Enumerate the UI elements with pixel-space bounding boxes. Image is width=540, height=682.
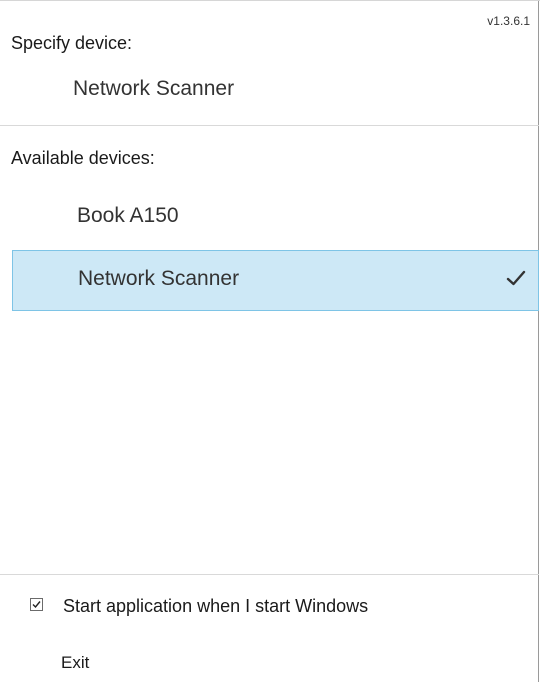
- specified-device-name: Network Scanner: [73, 77, 235, 100]
- divider: [0, 574, 539, 575]
- window-frame: [0, 0, 539, 682]
- divider: [0, 125, 539, 126]
- version-label: v1.3.6.1: [487, 14, 530, 28]
- startup-checkbox[interactable]: [30, 598, 43, 611]
- startup-checkbox-label: Start application when I start Windows: [63, 596, 369, 616]
- device-name: Network Scanner: [78, 267, 240, 290]
- top-border: [0, 0, 540, 1]
- device-list-item-selected[interactable]: Network Scanner: [12, 250, 539, 311]
- specify-device-label: Specify device:: [11, 33, 133, 53]
- checkmark-icon: [506, 268, 526, 288]
- device-list-item[interactable]: Book A150: [12, 188, 539, 249]
- exit-button[interactable]: Exit: [61, 653, 89, 673]
- device-name: Book A150: [77, 204, 179, 227]
- available-devices-label: Available devices:: [11, 148, 155, 168]
